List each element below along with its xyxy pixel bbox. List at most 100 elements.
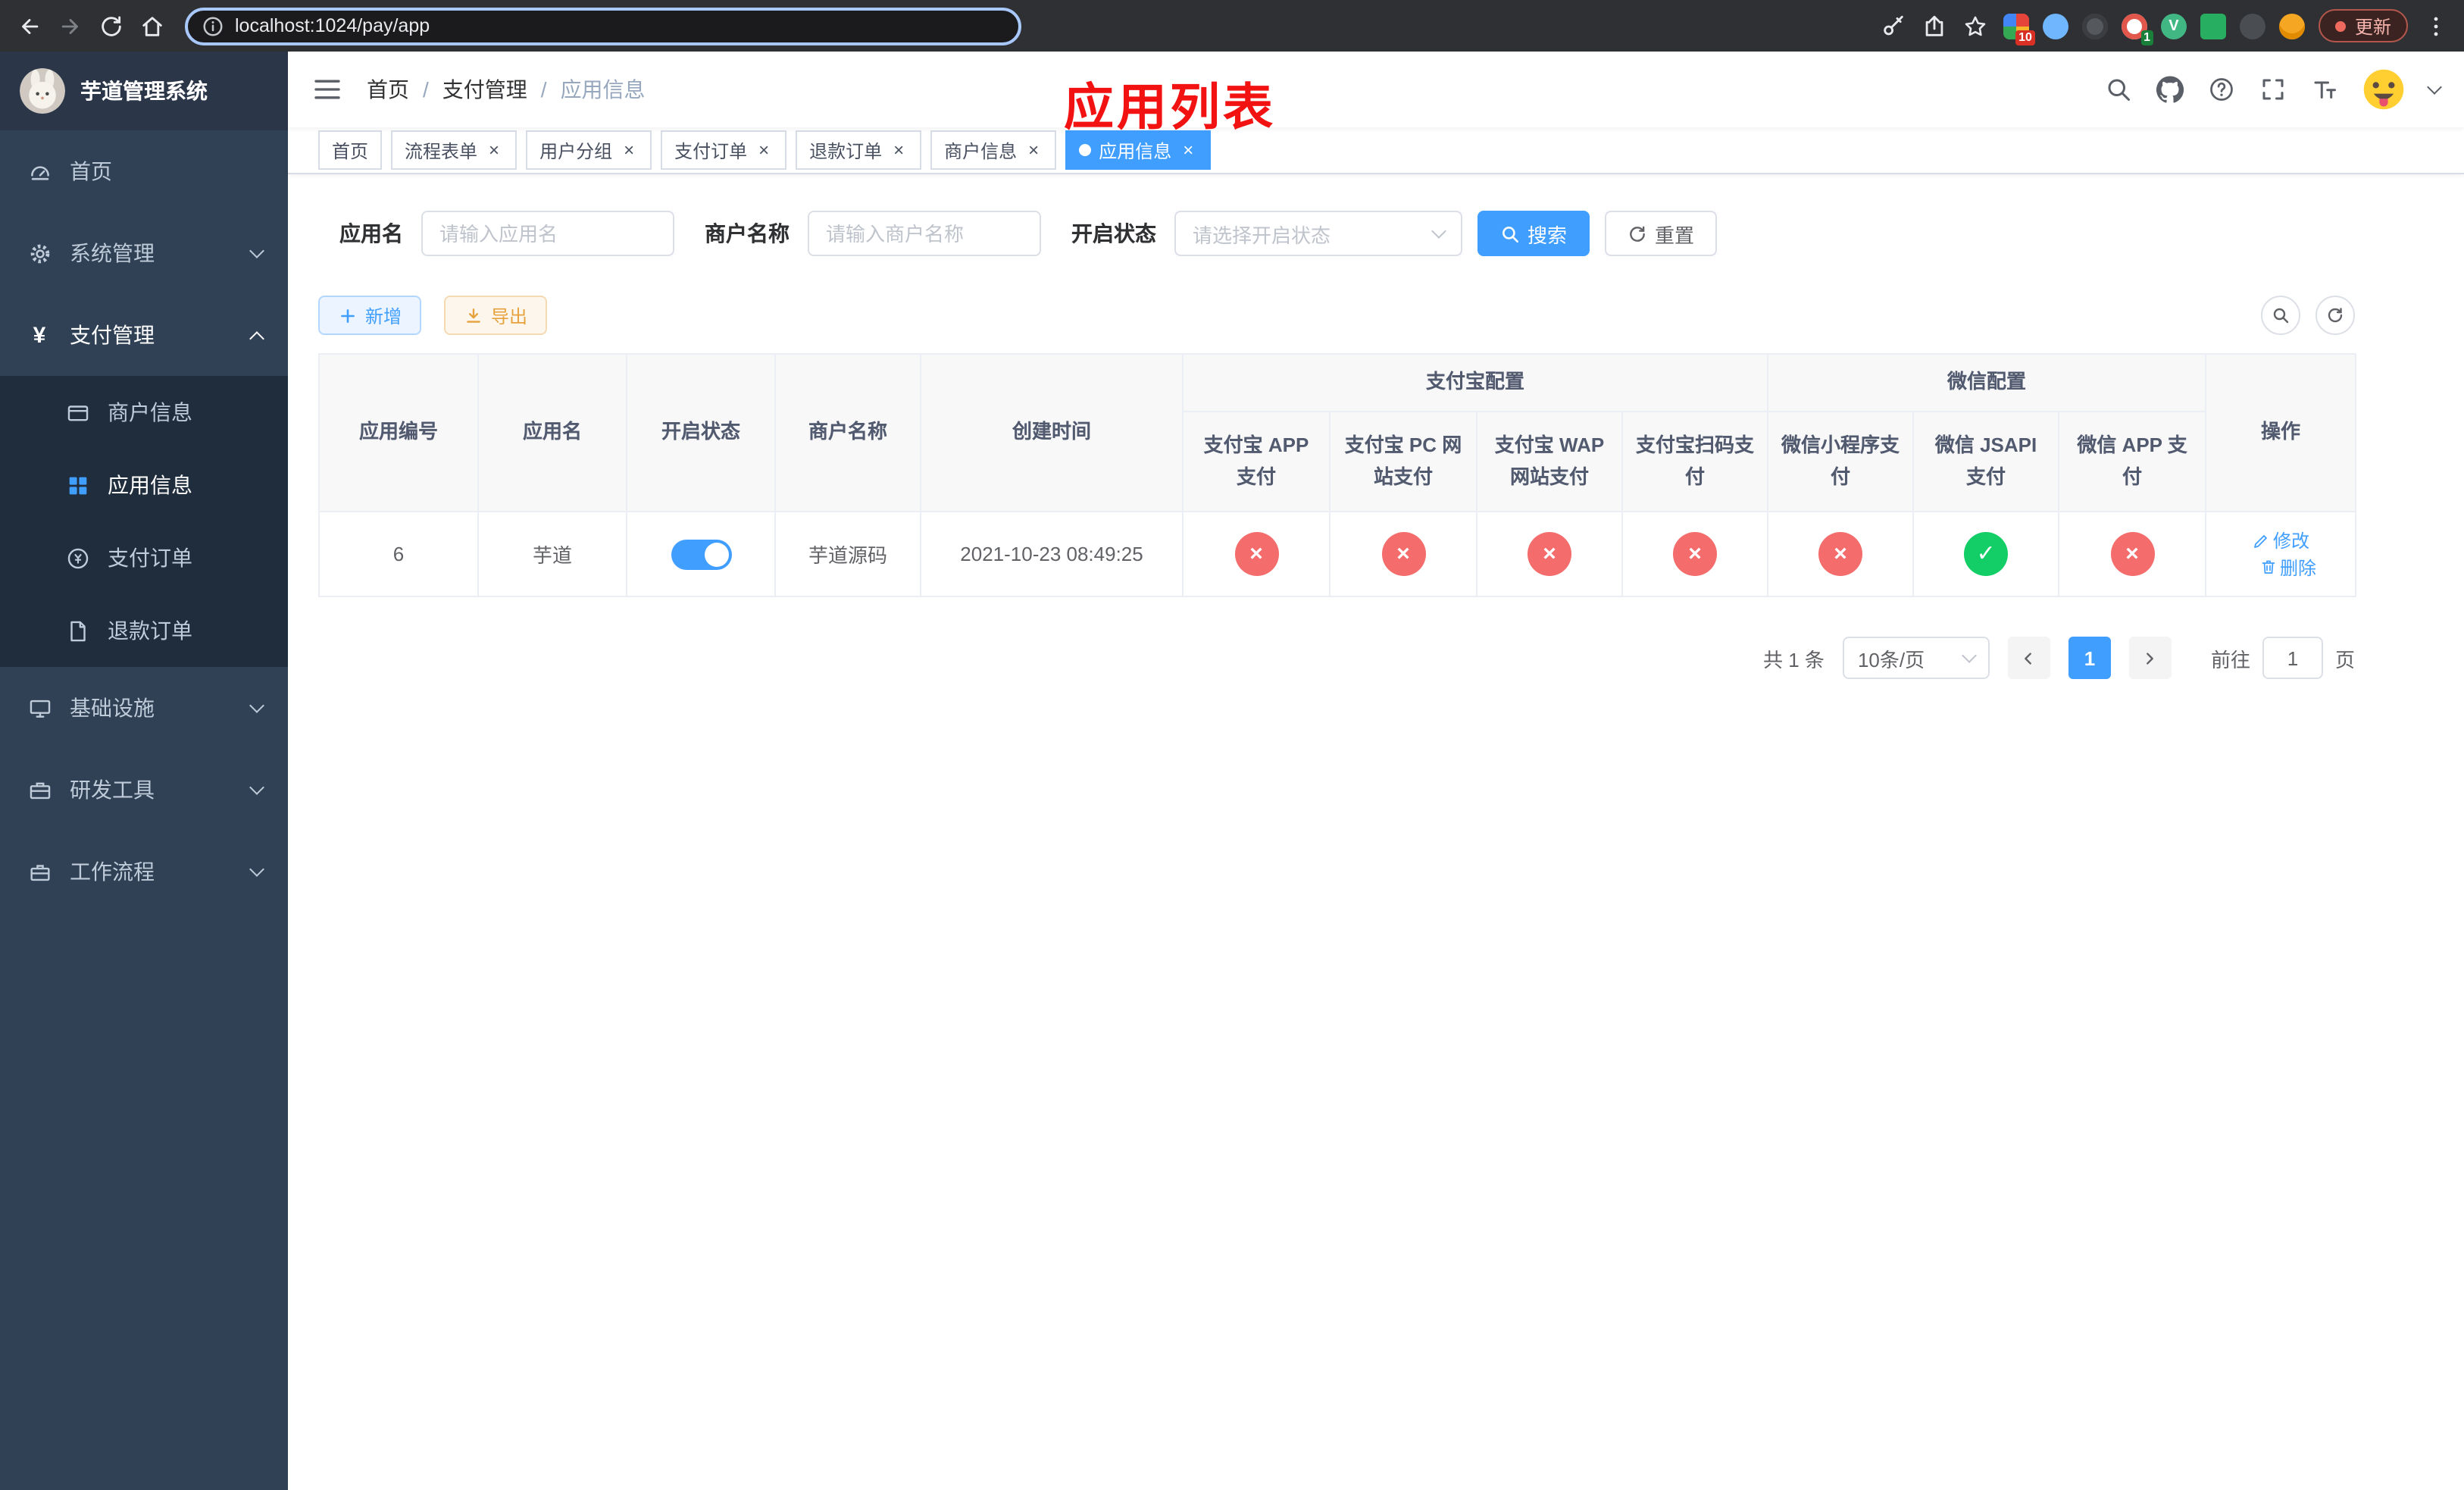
sidebar-item-merchant-info[interactable]: 商户信息 xyxy=(0,376,288,449)
tab-close-icon[interactable] xyxy=(1179,141,1197,159)
search-icon[interactable] xyxy=(2103,75,2132,104)
extension-dark-icon[interactable] xyxy=(2081,13,2108,39)
fullscreen-icon[interactable] xyxy=(2258,75,2287,104)
chevron-down-icon xyxy=(249,780,264,795)
extension-colorful-grid-icon[interactable]: 10 xyxy=(2003,13,2035,45)
extension-blue-icon[interactable] xyxy=(2042,13,2068,39)
sidebar-item-home[interactable]: 首页 xyxy=(0,130,288,212)
address-bar[interactable]: localhost:1024/pay/app xyxy=(185,7,1021,45)
tab-close-icon[interactable] xyxy=(1024,141,1043,159)
font-size-icon[interactable] xyxy=(2309,75,2338,104)
page-number-1[interactable]: 1 xyxy=(2068,637,2111,679)
url-text[interactable]: localhost:1024/pay/app xyxy=(235,15,430,36)
dashboard-icon xyxy=(26,158,53,185)
sidebar-item-payment[interactable]: 支付管理 xyxy=(0,294,288,376)
breadcrumb-item[interactable]: 首页 xyxy=(367,74,409,105)
col-header-alipay-pc: 支付宝 PC 网站支付 xyxy=(1329,411,1477,512)
breadcrumb-item[interactable]: 支付管理 xyxy=(442,74,527,105)
tab-close-icon[interactable] xyxy=(485,141,503,159)
sidebar-item-refund-order[interactable]: 退款订单 xyxy=(0,594,288,667)
sidebar-item-label: 支付管理 xyxy=(70,323,155,347)
col-group-alipay: 支付宝配置 xyxy=(1181,353,1769,412)
merchant-name-input[interactable] xyxy=(808,211,1041,256)
payment-submenu: 商户信息 应用信息 支付订单 退款订单 xyxy=(0,376,288,667)
browser-home-icon[interactable] xyxy=(138,12,165,39)
export-button[interactable]: 导出 xyxy=(444,296,548,335)
wx-app-status-icon: × xyxy=(2110,532,2155,576)
col-header-status: 开启状态 xyxy=(626,353,776,512)
app-logo[interactable]: 芋道管理系统 xyxy=(0,52,288,130)
reset-button[interactable]: 重置 xyxy=(1605,211,1718,256)
col-group-wechat: 微信配置 xyxy=(1767,353,2207,412)
site-info-icon[interactable] xyxy=(202,14,224,37)
sidebar-item-workflow[interactable]: 工作流程 xyxy=(0,831,288,912)
github-icon[interactable] xyxy=(2155,75,2184,104)
sidebar-item-app-info[interactable]: 应用信息 xyxy=(0,449,288,521)
browser-forward-icon[interactable] xyxy=(56,12,83,39)
status-select[interactable]: 请选择开启状态 xyxy=(1174,211,1462,256)
sidebar-item-pay-order[interactable]: 支付订单 xyxy=(0,521,288,594)
sidebar-item-label: 基础设施 xyxy=(70,696,155,720)
toggle-search-button[interactable] xyxy=(2261,296,2300,335)
app-name-input[interactable] xyxy=(421,211,674,256)
app-table: 应用编号 应用名 开启状态 商户名称 创建时间 支付宝配置 微信配置 操作 支付… xyxy=(318,353,2357,597)
search-button[interactable]: 搜索 xyxy=(1477,211,1590,256)
tab-home[interactable]: 首页 xyxy=(318,130,383,170)
pagination: 共 1 条 10条/页 1 前往 页 xyxy=(318,637,2355,679)
sidebar-collapse-icon[interactable] xyxy=(312,74,342,105)
cell-actions: 修改 删除 xyxy=(2205,511,2357,597)
col-header-merchant: 商户名称 xyxy=(774,353,921,512)
extension-green-square-icon[interactable] xyxy=(2200,13,2226,39)
extension-ring-icon[interactable]: 1 xyxy=(2121,13,2153,45)
tab-user-group[interactable]: 用户分组 xyxy=(526,130,652,170)
pay-order-icon xyxy=(64,544,91,571)
gear-icon xyxy=(26,239,53,267)
delete-button[interactable]: 删除 xyxy=(2259,554,2316,580)
next-page-button[interactable] xyxy=(2128,637,2172,679)
tab-close-icon[interactable] xyxy=(890,141,908,159)
user-avatar[interactable] xyxy=(2361,67,2406,112)
status-toggle[interactable] xyxy=(671,539,731,569)
extension-face-icon[interactable] xyxy=(2278,13,2305,39)
tab-pay-order[interactable]: 支付订单 xyxy=(661,130,787,170)
logo-avatar xyxy=(20,68,65,114)
bookmark-star-icon[interactable] xyxy=(1962,12,1990,39)
tab-close-icon[interactable] xyxy=(755,141,773,159)
goto-label: 前往 xyxy=(2210,648,2250,671)
page-annotation: 应用列表 xyxy=(1064,79,1276,135)
add-button[interactable]: 新增 xyxy=(318,296,422,335)
avatar-dropdown-caret-icon[interactable] xyxy=(2427,79,2442,94)
extension-badge: 10 xyxy=(2015,30,2035,45)
sidebar-item-system[interactable]: 系统管理 xyxy=(0,212,288,294)
password-key-icon[interactable] xyxy=(1881,12,1908,39)
share-icon[interactable] xyxy=(1921,12,1949,39)
col-header-alipay-qr: 支付宝扫码支付 xyxy=(1621,411,1769,512)
tab-process-form[interactable]: 流程表单 xyxy=(391,130,518,170)
edit-button[interactable]: 修改 xyxy=(2252,527,2309,553)
help-icon[interactable] xyxy=(2206,75,2235,104)
browser-back-icon[interactable] xyxy=(15,12,42,39)
goto-page-input[interactable] xyxy=(2262,637,2323,679)
sidebar-item-infrastructure[interactable]: 基础设施 xyxy=(0,667,288,749)
browser-update-button[interactable]: 更新 xyxy=(2318,9,2408,42)
col-header-alipay-app: 支付宝 APP 支付 xyxy=(1182,411,1330,512)
tab-close-icon[interactable] xyxy=(620,141,638,159)
browser-menu-kebab-icon[interactable] xyxy=(2422,12,2449,39)
tab-refund-order[interactable]: 退款订单 xyxy=(796,130,922,170)
tab-merchant-info[interactable]: 商户信息 xyxy=(930,130,1057,170)
extension-vue-devtools-icon[interactable] xyxy=(2160,13,2187,39)
breadcrumb-separator: / xyxy=(423,77,429,102)
breadcrumb-separator: / xyxy=(540,77,547,102)
page-size-select[interactable]: 10条/页 xyxy=(1842,637,1990,679)
col-header-app-id: 应用编号 xyxy=(318,353,479,512)
refresh-table-button[interactable] xyxy=(2315,296,2355,335)
search-form: 应用名 商户名称 开启状态 请选择开启状态 搜索 重置 xyxy=(318,211,2434,256)
sidebar-item-label: 工作流程 xyxy=(70,859,155,884)
status-select-placeholder: 请选择开启状态 xyxy=(1193,224,1331,246)
col-header-created: 创建时间 xyxy=(920,353,1184,512)
prev-page-button[interactable] xyxy=(2007,637,2050,679)
sidebar-item-dev-tools[interactable]: 研发工具 xyxy=(0,749,288,831)
browser-reload-icon[interactable] xyxy=(97,12,124,39)
page-content: 应用名 商户名称 开启状态 请选择开启状态 搜索 重置 xyxy=(288,174,2464,1490)
extension-pin-icon[interactable] xyxy=(2239,13,2265,39)
